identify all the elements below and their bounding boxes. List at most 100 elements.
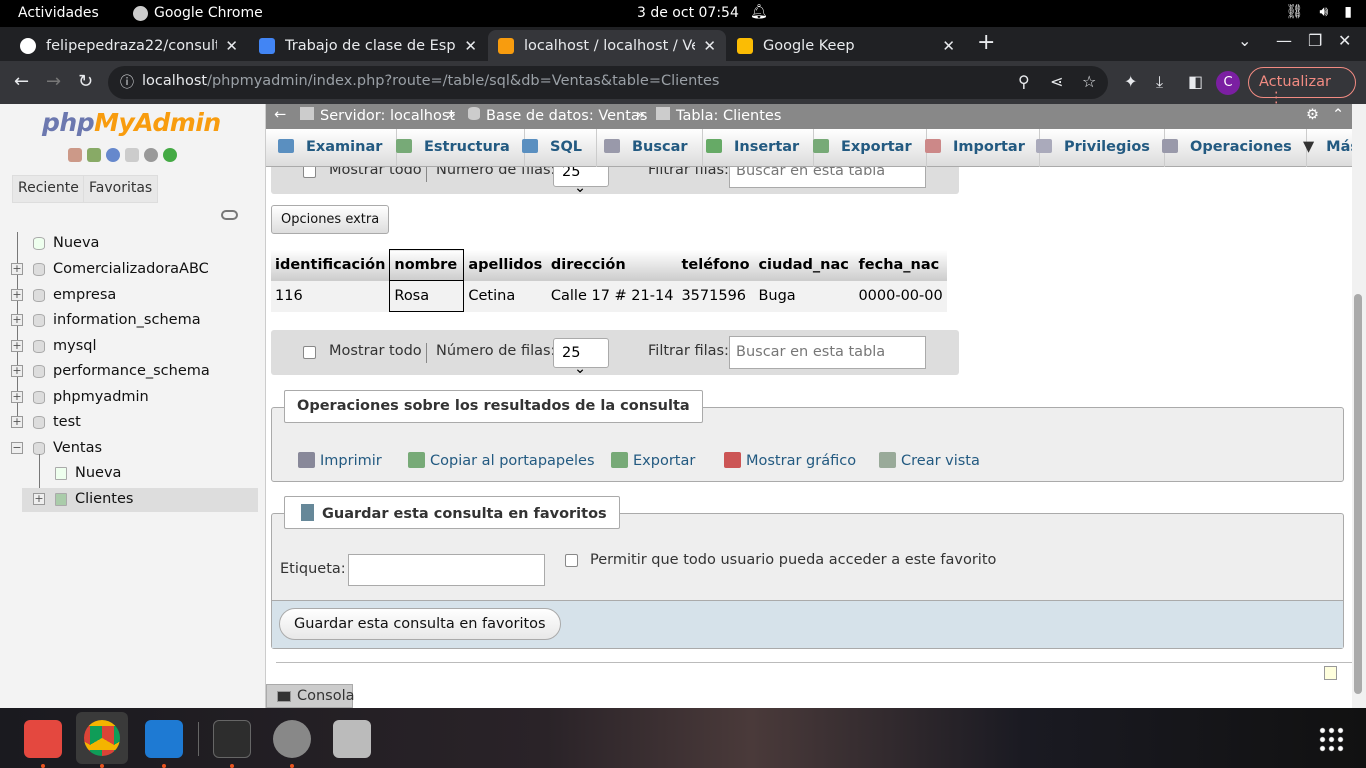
app-grid-icon[interactable] <box>1318 726 1344 752</box>
scrollbar-thumb[interactable] <box>1354 294 1362 694</box>
clock[interactable]: 3 de oct 07:54 <box>637 5 739 21</box>
settings-icon[interactable] <box>273 720 311 758</box>
public-bookmark-checkbox[interactable] <box>565 554 578 567</box>
update-button[interactable]: Actualizar ⋮ <box>1248 67 1356 106</box>
column-header[interactable]: fecha_nac <box>854 249 947 281</box>
export-link[interactable]: Exportar <box>611 452 695 469</box>
close-icon[interactable]: ✕ <box>942 37 955 55</box>
tab-examinar[interactable]: Examinar <box>266 129 398 167</box>
tab-github[interactable]: felipepedraza22/consulta ✕ <box>10 30 248 61</box>
sidepanel-icon[interactable]: ◧ <box>1188 72 1203 91</box>
table-cell[interactable]: Cetina <box>463 280 547 312</box>
share-icon[interactable]: ⋖ <box>1050 72 1063 91</box>
forward-button[interactable]: → <box>46 71 61 92</box>
print-link[interactable]: Imprimir <box>298 452 382 469</box>
tab-classroom[interactable]: Trabajo de clase de Esp. S ✕ <box>249 30 487 61</box>
tab-phpmyadmin[interactable]: localhost / localhost / Ven ✕ <box>488 30 726 61</box>
app-menu[interactable]: Google Chrome <box>133 5 263 21</box>
tab-sql[interactable]: SQL <box>510 129 598 167</box>
tab-estructura[interactable]: Estructura <box>384 129 525 167</box>
star-icon[interactable]: ☆ <box>1082 72 1096 91</box>
logout-icon[interactable] <box>87 148 101 162</box>
expand-icon[interactable]: + <box>33 493 45 505</box>
filter-input[interactable]: Buscar en esta tabla <box>729 336 926 369</box>
table-cell[interactable]: Buga <box>754 280 855 312</box>
column-header[interactable]: nombre <box>389 249 465 281</box>
favorites-button[interactable]: Favoritas <box>83 175 159 203</box>
link-icon[interactable] <box>221 210 238 220</box>
reload-icon[interactable] <box>163 148 177 162</box>
collapse-nav-icon[interactable]: ← <box>274 107 286 123</box>
bookmark-label-input[interactable] <box>348 554 545 586</box>
table-cell[interactable]: 0000-00-00 <box>854 280 947 312</box>
server-link[interactable]: Servidor: localhost <box>300 107 455 124</box>
page-settings-icon[interactable] <box>1324 666 1337 680</box>
avatar[interactable]: C <box>1216 71 1240 95</box>
tab-mas[interactable]: ▼Más <box>1291 129 1352 167</box>
expand-icon[interactable]: + <box>11 416 23 428</box>
extra-options-button[interactable]: Opciones extra <box>271 205 390 234</box>
page-scrollbar[interactable] <box>1352 104 1366 708</box>
collapse-icon[interactable]: − <box>11 442 23 454</box>
rows-select[interactable]: 25 ⌄ <box>553 338 609 377</box>
back-button[interactable]: ← <box>14 71 29 92</box>
expand-icon[interactable]: + <box>11 391 23 403</box>
settings-icon[interactable]: ⚙ <box>1306 107 1319 123</box>
table-cell[interactable]: 116 <box>271 280 390 312</box>
close-icon[interactable]: ✕ <box>464 37 477 55</box>
rows-select[interactable]: 25 ⌄ <box>553 167 609 196</box>
expand-icon[interactable]: + <box>11 340 23 352</box>
trash-icon[interactable] <box>333 720 371 758</box>
expand-icon[interactable]: + <box>11 263 23 275</box>
create-view-link[interactable]: Crear vista <box>879 452 980 469</box>
files-icon[interactable] <box>24 720 62 758</box>
table-row[interactable]: 116 Rosa Cetina Calle 17 # 21-14 3571596… <box>271 280 947 312</box>
tab-buscar[interactable]: Buscar <box>592 129 703 167</box>
address-bar[interactable]: ⓘ localhost/phpmyadmin/index.php?route=/… <box>108 66 1108 99</box>
column-header[interactable]: apellidos <box>463 249 547 281</box>
column-header[interactable]: identificación <box>271 249 390 281</box>
copy-link[interactable]: Copiar al portapapeles <box>408 452 595 469</box>
minimize-button[interactable]: — <box>1276 31 1292 50</box>
maximize-button[interactable]: ❐ <box>1308 31 1322 50</box>
expand-icon[interactable]: + <box>11 365 23 377</box>
column-header[interactable]: teléfono <box>677 249 755 281</box>
show-all-checkbox[interactable] <box>303 346 316 359</box>
system-tray[interactable]: ⛓ 🔊︎ ▮ <box>1286 4 1352 20</box>
tab-insertar[interactable]: Insertar <box>694 129 815 167</box>
tree-node-table-clientes[interactable]: + Clientes <box>22 488 258 512</box>
database-link[interactable]: Base de datos: Ventas <box>468 107 647 124</box>
column-header[interactable]: ciudad_nac <box>754 249 855 281</box>
reload-button[interactable]: ↻ <box>78 71 93 92</box>
tab-operaciones[interactable]: Operaciones <box>1150 129 1307 167</box>
close-icon[interactable]: ✕ <box>703 37 716 55</box>
new-tab-button[interactable]: + <box>977 30 995 55</box>
close-window-button[interactable]: ✕ <box>1338 31 1351 50</box>
phpmyadmin-logo[interactable]: phpMyAdmin <box>42 108 221 137</box>
docs-icon[interactable] <box>125 148 139 162</box>
tab-privilegios[interactable]: Privilegios <box>1024 129 1165 167</box>
console-tab[interactable]: Consola <box>266 684 355 708</box>
chart-link[interactable]: Mostrar gráfico <box>724 452 856 469</box>
tab-importar[interactable]: Importar <box>913 129 1040 167</box>
home-icon[interactable] <box>68 148 82 162</box>
terminal-icon[interactable] <box>213 720 251 758</box>
column-header[interactable]: dirección <box>546 249 678 281</box>
settings-icon[interactable] <box>144 148 158 162</box>
table-cell[interactable]: Calle 17 # 21-14 <box>546 280 678 312</box>
activities-button[interactable]: Actividades <box>18 5 99 21</box>
extensions-icon[interactable]: ✦ <box>1124 72 1137 91</box>
expand-icon[interactable]: + <box>11 314 23 326</box>
collapse-top-icon[interactable]: ⌃ <box>1332 107 1344 123</box>
tab-search-icon[interactable]: ⌄ <box>1238 31 1251 50</box>
show-all-checkbox[interactable] <box>303 167 316 178</box>
tab-exportar[interactable]: Exportar <box>801 129 927 167</box>
tab-keep[interactable]: Google Keep ✕ <box>727 30 965 61</box>
expand-icon[interactable]: + <box>11 289 23 301</box>
chrome-dock-item[interactable] <box>76 712 128 764</box>
close-icon[interactable]: ✕ <box>225 37 238 55</box>
table-cell[interactable]: Rosa <box>389 280 465 312</box>
recent-button[interactable]: Reciente <box>12 175 85 203</box>
filter-input[interactable]: Buscar en esta tabla <box>729 167 926 188</box>
zoom-icon[interactable]: ⚲ <box>1018 72 1030 91</box>
